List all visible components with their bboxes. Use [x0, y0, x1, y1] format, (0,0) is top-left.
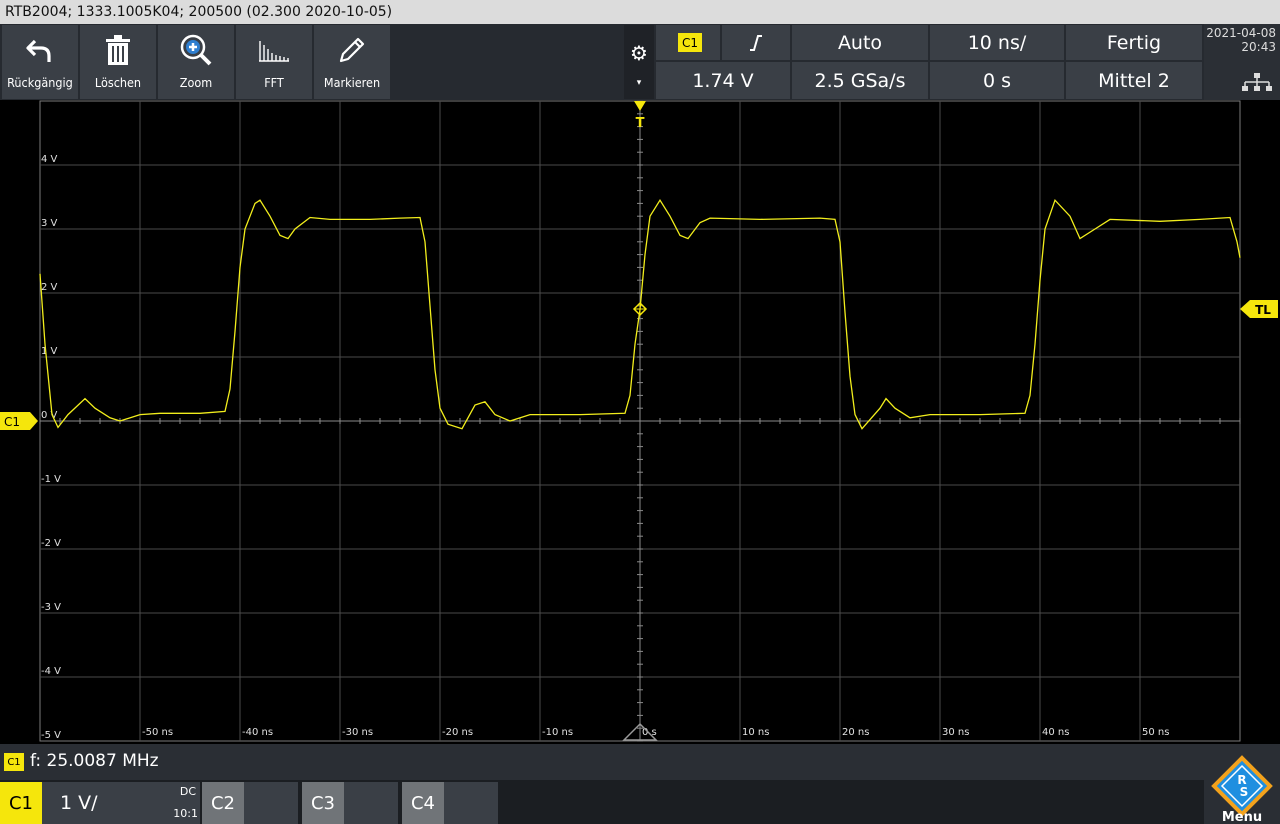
trigger-level[interactable]: 1.74 V [656, 62, 790, 99]
y-axis-label: -5 V [41, 730, 61, 741]
rising-edge-icon [750, 34, 762, 51]
delete-button[interactable]: Löschen [80, 25, 156, 99]
c1-offset-marker[interactable]: C1 [0, 412, 38, 430]
trigger-position-marker[interactable]: T [634, 101, 646, 131]
trigger-source-cell[interactable]: C1 [656, 25, 720, 60]
channel-3-panel[interactable]: C3 [302, 782, 398, 824]
y-axis-label: 2 V [41, 282, 58, 293]
x-axis-label: -40 ns [242, 727, 273, 738]
y-axis-label: -2 V [41, 538, 61, 549]
x-axis-label: -20 ns [442, 727, 473, 738]
gear-icon: ⚙ [630, 41, 648, 65]
measurement-bar[interactable]: C1 f: 25.0087 MHz [0, 744, 1280, 780]
y-axis-label: 0 V [41, 410, 58, 421]
sample-rate[interactable]: 2.5 GSa/s [792, 62, 928, 99]
zoom-button[interactable]: Zoom [158, 25, 234, 99]
date-time-panel: 2021-04-08 20:43 [1204, 24, 1280, 100]
trigger-mode[interactable]: Auto [792, 25, 928, 60]
settings-button[interactable]: ⚙ ▾ [624, 25, 654, 99]
x-axis-label: 20 ns [842, 727, 869, 738]
undo-label: Rückgängig [7, 75, 73, 90]
mark-button[interactable]: Markieren [314, 25, 390, 99]
menu-label: Menu [1221, 810, 1263, 824]
scope-display[interactable]: 4 V 3 V 2 V 1 V 0 V -1 V -2 V -3 V -4 V -5 V -50 … [0, 100, 1280, 744]
fft-spectrum-icon [236, 25, 312, 75]
channel-1-panel[interactable]: C1 1 V/ DC 10:1 [0, 782, 200, 824]
mark-label: Markieren [323, 75, 381, 90]
x-axis-label: 40 ns [1042, 727, 1069, 738]
svg-text:TL: TL [1255, 303, 1271, 317]
zoom-label: Zoom [179, 75, 213, 90]
svg-text:S: S [1240, 785, 1249, 799]
x-axis-label: 50 ns [1142, 727, 1169, 738]
dropdown-arrow: ▾ [636, 78, 642, 88]
channel-3-tag: C3 [302, 782, 344, 824]
channel-1-scale: 1 V/ [60, 792, 98, 814]
x-axis-label: 10 ns [742, 727, 769, 738]
rs-logo-icon: R S [1211, 755, 1273, 817]
menu-button[interactable]: R S Menu [1204, 755, 1280, 824]
svg-text:T: T [636, 116, 645, 131]
undo-button[interactable]: Rückgängig [2, 25, 78, 99]
timebase[interactable]: 10 ns/ [930, 25, 1064, 60]
y-axis-label: 1 V [41, 346, 58, 357]
lan-icon [1242, 73, 1272, 91]
y-axis-label: -4 V [41, 666, 61, 677]
trigger-source-badge: C1 [678, 33, 702, 52]
acquisition-mode[interactable]: Mittel 2 [1066, 62, 1202, 99]
x-axis-label: -30 ns [342, 727, 373, 738]
channel-4-tag: C4 [402, 782, 444, 824]
channel-2-panel[interactable]: C2 [202, 782, 298, 824]
y-axis-label: -3 V [41, 602, 61, 613]
trigger-level-marker[interactable]: TL [1240, 300, 1278, 318]
x-axis-label: -50 ns [142, 727, 173, 738]
channel-bar: C1 1 V/ DC 10:1 C2 C3 C4 [0, 780, 1280, 824]
measurement-source-badge: C1 [4, 753, 24, 771]
y-axis-label: 4 V [41, 154, 58, 165]
trigger-slope-cell[interactable] [722, 25, 790, 60]
fft-button[interactable]: FFT [236, 25, 312, 99]
frequency-measurement: f: 25.0087 MHz [30, 751, 159, 771]
time: 20:43 [1241, 40, 1276, 54]
date: 2021-04-08 [1206, 26, 1276, 40]
x-axis-label: 30 ns [942, 727, 969, 738]
window-title: RTB2004; 1333.1005K04; 200500 (02.300 20… [0, 0, 1280, 24]
channel-2-tag: C2 [202, 782, 244, 824]
y-axis-label: -1 V [41, 474, 61, 485]
channel-4-panel[interactable]: C4 [402, 782, 498, 824]
zoom-plus-icon [158, 25, 234, 75]
channel-1-coupling: DC [179, 785, 196, 798]
waveform-graph[interactable]: 4 V 3 V 2 V 1 V 0 V -1 V -2 V -3 V -4 V -5 V -50 … [0, 100, 1280, 744]
pencil-icon [314, 25, 390, 75]
undo-arrow-icon [2, 25, 78, 75]
x-axis-label: -10 ns [542, 727, 573, 738]
fft-label: FFT [264, 75, 284, 90]
delete-label: Löschen [94, 75, 142, 90]
acquisition-status[interactable]: Fertig [1066, 25, 1202, 60]
trash-icon [80, 25, 156, 75]
svg-text:C1: C1 [4, 415, 20, 429]
channel-1-probe: 10:1 [173, 807, 198, 820]
horizontal-position[interactable]: 0 s [930, 62, 1064, 99]
y-axis-label: 3 V [41, 218, 58, 229]
channel-1-tag: C1 [0, 782, 42, 824]
